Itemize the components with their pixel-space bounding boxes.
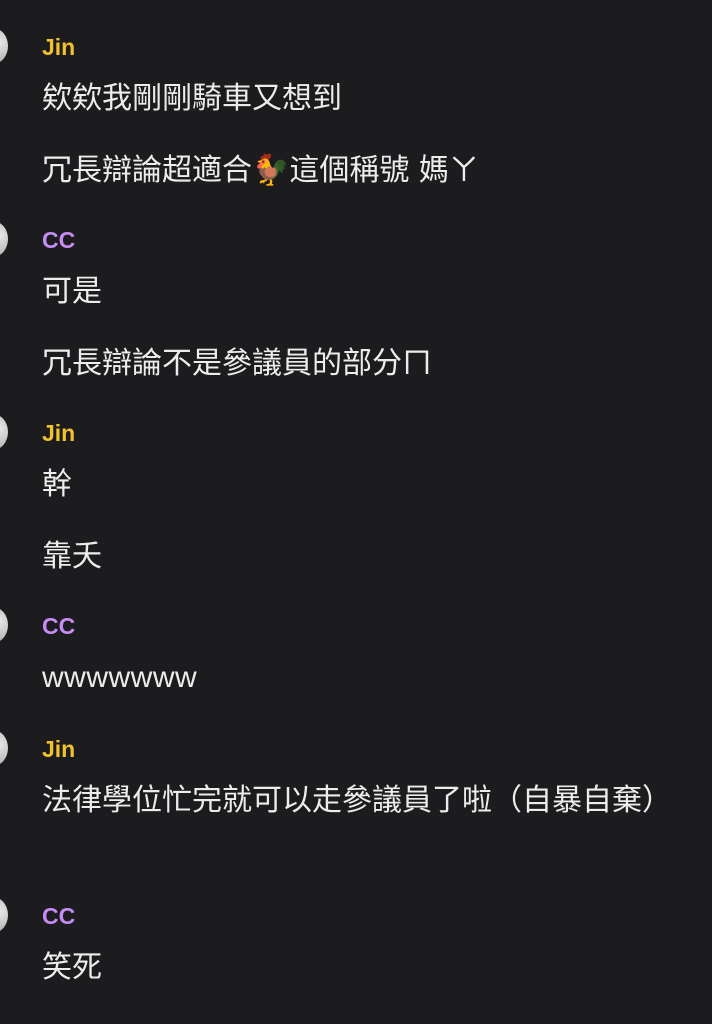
message-text-part: 這個稱號 媽ㄚ: [289, 153, 479, 188]
message-text-part: 冗長辯論超適合: [42, 153, 252, 188]
message-text-with-emoji: 冗長辯論超適合🐓這個稱號 媽ㄚ: [42, 147, 682, 195]
message-text: 法律學位忙完就可以走參議員了啦（自暴自棄）: [42, 783, 672, 818]
message-text: 可是: [42, 274, 102, 309]
rooster-emoji-icon: 🐓: [252, 153, 290, 188]
author-name[interactable]: Jin: [42, 33, 75, 61]
message-text: 笑死: [42, 950, 102, 985]
avatar-cc[interactable]: [0, 221, 8, 257]
message-text: 冗長辯論不是參議員的部分ㄇ: [42, 346, 432, 381]
avatar-cc[interactable]: [0, 897, 8, 933]
avatar-jin[interactable]: [0, 414, 8, 450]
chat-transcript: Jin 欸欸我剛剛騎車又想到 冗長辯論超適合🐓這個稱號 媽ㄚ CC 可是 冗長辯…: [0, 0, 712, 1024]
author-name[interactable]: CC: [42, 612, 75, 640]
author-name[interactable]: CC: [42, 226, 75, 254]
avatar-jin[interactable]: [0, 730, 8, 766]
message-text: 幹: [42, 467, 72, 502]
author-name[interactable]: CC: [42, 902, 75, 930]
author-name[interactable]: Jin: [42, 419, 75, 447]
author-name[interactable]: Jin: [42, 735, 75, 763]
avatar-cc[interactable]: [0, 607, 8, 643]
message-text: 靠夭: [42, 539, 102, 574]
message-text: 欸欸我剛剛騎車又想到: [42, 81, 342, 116]
message-text: wwwwwww: [42, 661, 198, 694]
avatar-jin[interactable]: [0, 28, 8, 64]
